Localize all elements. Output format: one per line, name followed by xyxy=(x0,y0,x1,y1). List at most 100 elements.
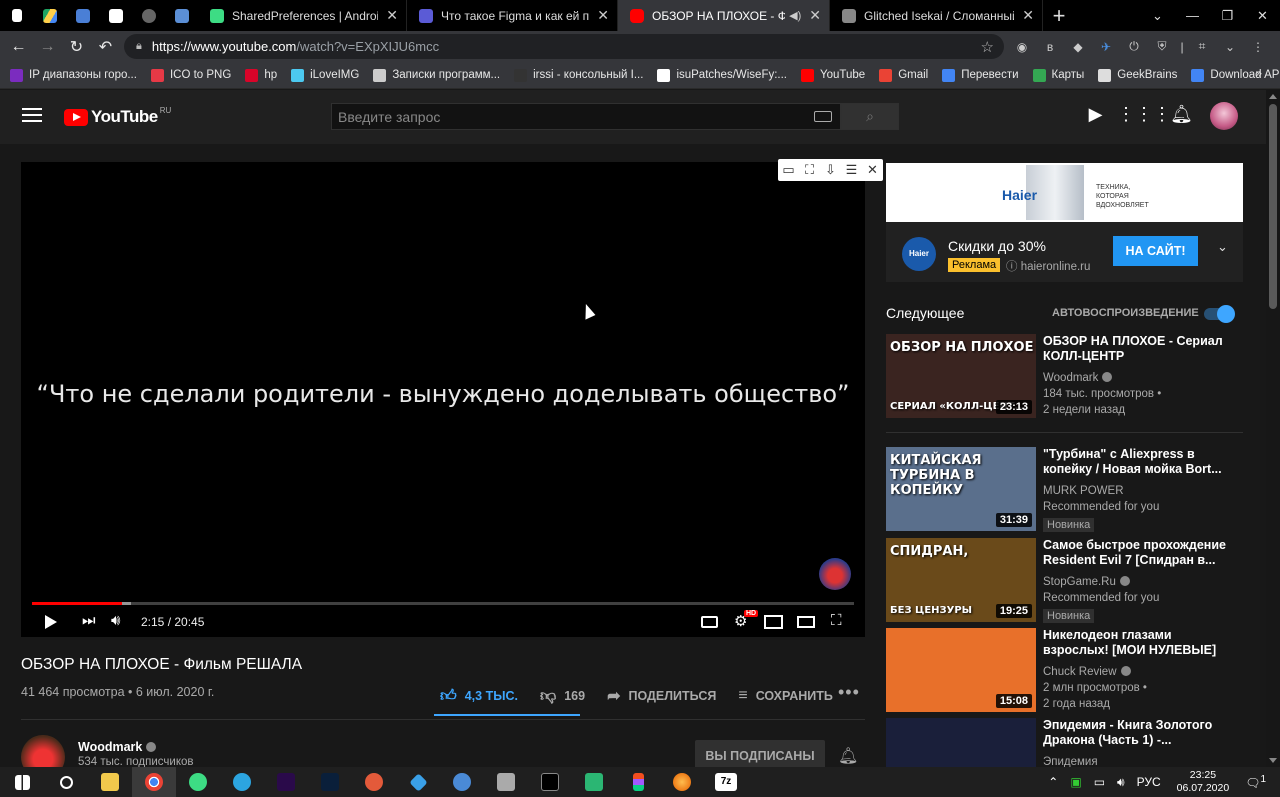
channel-watermark[interactable] xyxy=(819,558,851,590)
info-icon[interactable]: ⓘ xyxy=(1006,261,1021,273)
bookmark-item[interactable]: YouTube xyxy=(801,68,865,82)
start-button[interactable] xyxy=(0,767,44,797)
expand-icon[interactable]: ⛶ xyxy=(799,159,820,181)
close-tab-icon[interactable]: ✕ xyxy=(386,7,398,24)
recommendation-item[interactable]: Эпидемия - Книга Золотого Дракона (Часть… xyxy=(886,718,1243,767)
play-button[interactable] xyxy=(45,615,57,629)
pinned-tab-drive[interactable] xyxy=(33,0,66,31)
search-input[interactable]: Введите запрос xyxy=(331,103,841,130)
bookmark-item[interactable]: Перевести xyxy=(942,68,1019,82)
bookmark-item[interactable]: Карты xyxy=(1032,68,1084,82)
bookmark-item[interactable]: Download APK xyxy=(1191,68,1280,82)
clock[interactable]: 23:25 06.07.2020 xyxy=(1177,769,1230,795)
app-tray-icon[interactable]: ▣ xyxy=(1070,775,1081,789)
video-thumbnail[interactable] xyxy=(886,718,1036,767)
bookmark-item[interactable]: irssi - консольный I... xyxy=(514,68,643,82)
scroll-up-arrow[interactable] xyxy=(1269,94,1277,99)
taskbar-firefox[interactable] xyxy=(660,767,704,797)
close-icon[interactable]: ✕ xyxy=(862,159,883,181)
dislike-button[interactable]: 👎︎ 169 xyxy=(540,687,585,706)
taskbar-explorer[interactable] xyxy=(88,767,132,797)
recommendation-title[interactable]: Эпидемия - Книга Золотого Дракона (Часть… xyxy=(1043,718,1239,748)
language-indicator[interactable]: РУС xyxy=(1137,775,1161,789)
recommendation-channel[interactable]: Woodmark xyxy=(1043,372,1113,384)
taskbar-premiere[interactable] xyxy=(264,767,308,797)
taskbar-telegram[interactable] xyxy=(220,767,264,797)
page-scrollbar[interactable] xyxy=(1266,90,1280,767)
video-thumbnail[interactable]: 15:08 xyxy=(886,628,1036,712)
video-thumbnail[interactable]: СПИДРАН, БЕЗ ЦЕНЗУРЫ 19:25 xyxy=(886,538,1036,622)
menu-kebab-icon[interactable]: ⋮ xyxy=(1244,40,1272,54)
youtube-logo[interactable]: YouTube RU xyxy=(64,106,171,127)
cube-icon[interactable]: ◆ xyxy=(1064,40,1092,54)
recommendation-item[interactable]: ОБЗОР НА ПЛОХОЕ СЕРИАЛ «КОЛЛ-ЦЕНТ... 23:13… xyxy=(886,334,1243,418)
video-thumbnail[interactable]: ОБЗОР НА ПЛОХОЕ СЕРИАЛ «КОЛЛ-ЦЕНТ... 23:13 xyxy=(886,334,1036,418)
recommendation-channel[interactable]: Эпидемия xyxy=(1043,756,1098,767)
pinned-tab-chat[interactable] xyxy=(66,0,99,31)
pinned-tab-app[interactable] xyxy=(165,0,198,31)
pinned-tab-docs[interactable] xyxy=(0,0,33,31)
reload-icon[interactable]: ↻ xyxy=(62,37,91,57)
vk-icon[interactable]: ʙ xyxy=(1036,40,1064,54)
recommendation-channel[interactable]: StopGame.Ru xyxy=(1043,576,1130,588)
undo-icon[interactable]: ↶ xyxy=(91,37,120,57)
chevron-up-icon[interactable]: ⌃ xyxy=(1048,775,1058,789)
channel-name[interactable]: Woodmark xyxy=(78,740,157,754)
recommendation-channel[interactable]: MURK POWER xyxy=(1043,485,1124,497)
menu-icon[interactable] xyxy=(22,108,42,122)
progress-bar[interactable] xyxy=(32,602,854,605)
recommendation-item[interactable]: КИТАЙСКАЯ ТУРБИНА В КОПЕЙКУ 31:39 "Турбина… xyxy=(886,447,1243,532)
volume-icon[interactable]: 🔊︎ xyxy=(111,612,120,629)
bookmark-item[interactable]: GeekBrains xyxy=(1098,68,1177,82)
save-button[interactable]: ≡ СОХРАНИТЬ xyxy=(738,687,833,705)
keyboard-icon[interactable] xyxy=(814,111,832,122)
subtitles-button[interactable] xyxy=(701,616,718,628)
taskbar-7zip[interactable]: 7z xyxy=(704,767,748,797)
off-extension-icon[interactable]: ⏻ xyxy=(1120,39,1148,54)
tab-search-icon[interactable]: ⌄ xyxy=(1140,0,1175,31)
miniplayer-button[interactable] xyxy=(764,615,783,629)
ad-card[interactable]: Haier Скидки до 30% Реклама ⓘ haieronlin… xyxy=(886,222,1243,282)
scrollbar-thumb[interactable] xyxy=(1269,104,1277,309)
browser-tab[interactable]: SharedPreferences | Android De ✕ xyxy=(198,0,407,31)
close-tab-icon[interactable]: ✕ xyxy=(809,7,821,24)
minimize-button[interactable]: — xyxy=(1175,0,1210,31)
crop-icon[interactable]: ⌗ xyxy=(1188,39,1216,54)
recommendation-item[interactable]: СПИДРАН, БЕЗ ЦЕНЗУРЫ 19:25 Самое быстрое пр… xyxy=(886,538,1243,623)
apps-grid-icon[interactable]: ⋮⋮⋮ xyxy=(1117,104,1171,125)
channel-avatar[interactable] xyxy=(21,735,65,767)
pinned-tab-dev[interactable] xyxy=(99,0,132,31)
list-icon[interactable]: ☰ xyxy=(841,159,862,181)
maximize-button[interactable]: ❐ xyxy=(1210,0,1245,31)
notifications-icon[interactable]: 🗨︎1 xyxy=(1245,774,1266,790)
network-icon[interactable]: ▭ xyxy=(1094,775,1105,789)
channel-bell-icon[interactable]: 🔔︎ xyxy=(838,746,858,766)
address-bar[interactable]: 🔒︎ https://www.youtube.com /watch?v=EXpX… xyxy=(124,34,1004,59)
bookmark-item[interactable]: ICO to PNG xyxy=(150,68,231,82)
like-button[interactable]: 👍︎ 4,3 ТЫС. xyxy=(440,687,518,706)
ad-banner-image[interactable]: Haier ТЕХНИКА, КОТОРАЯ ВДОХНОВЛЯЕТ xyxy=(886,163,1243,222)
video-player[interactable]: ▭ ⛶ ⇩ ☰ ✕ “Что не сделали родители - вын… xyxy=(21,159,883,637)
bookmark-star-icon[interactable]: ☆ xyxy=(981,38,994,56)
recommendation-channel[interactable]: Chuck Review xyxy=(1043,666,1131,678)
adblock-icon[interactable]: ◉ xyxy=(1008,40,1036,54)
close-tab-icon[interactable]: ✕ xyxy=(1022,7,1034,24)
taskbar-app[interactable] xyxy=(352,767,396,797)
close-window-button[interactable]: ✕ xyxy=(1245,0,1280,31)
bookmark-item[interactable]: Gmail xyxy=(879,68,928,82)
taskbar-terminal[interactable] xyxy=(528,767,572,797)
back-icon[interactable]: ← xyxy=(4,38,33,56)
ad-cta-button[interactable]: НА САЙТ! xyxy=(1113,236,1198,266)
lock-icon[interactable]: 🔒︎ xyxy=(136,40,142,53)
browser-tab-active[interactable]: ОБЗОР НА ПЛОХОЕ - Филь ◀) ✕ xyxy=(618,0,830,31)
fullscreen-icon[interactable]: ⛶ xyxy=(831,612,842,629)
browser-tab[interactable]: Что такое Figma и как ей польз ✕ xyxy=(407,0,618,31)
more-bookmarks-icon[interactable]: » xyxy=(1256,68,1262,80)
taskbar-figma[interactable] xyxy=(616,767,660,797)
bookmark-item[interactable]: isuPatches/WiseFy:... xyxy=(657,68,787,82)
browser-tab[interactable]: Glitched Isekai / Сломанный Ис ✕ xyxy=(830,0,1043,31)
taskbar-app[interactable] xyxy=(572,767,616,797)
share-button[interactable]: ➦ ПОДЕЛИТЬСЯ xyxy=(607,686,716,706)
bookmark-item[interactable]: hp xyxy=(245,68,277,82)
bookmark-item[interactable]: IP диапазоны горо... xyxy=(10,68,137,82)
